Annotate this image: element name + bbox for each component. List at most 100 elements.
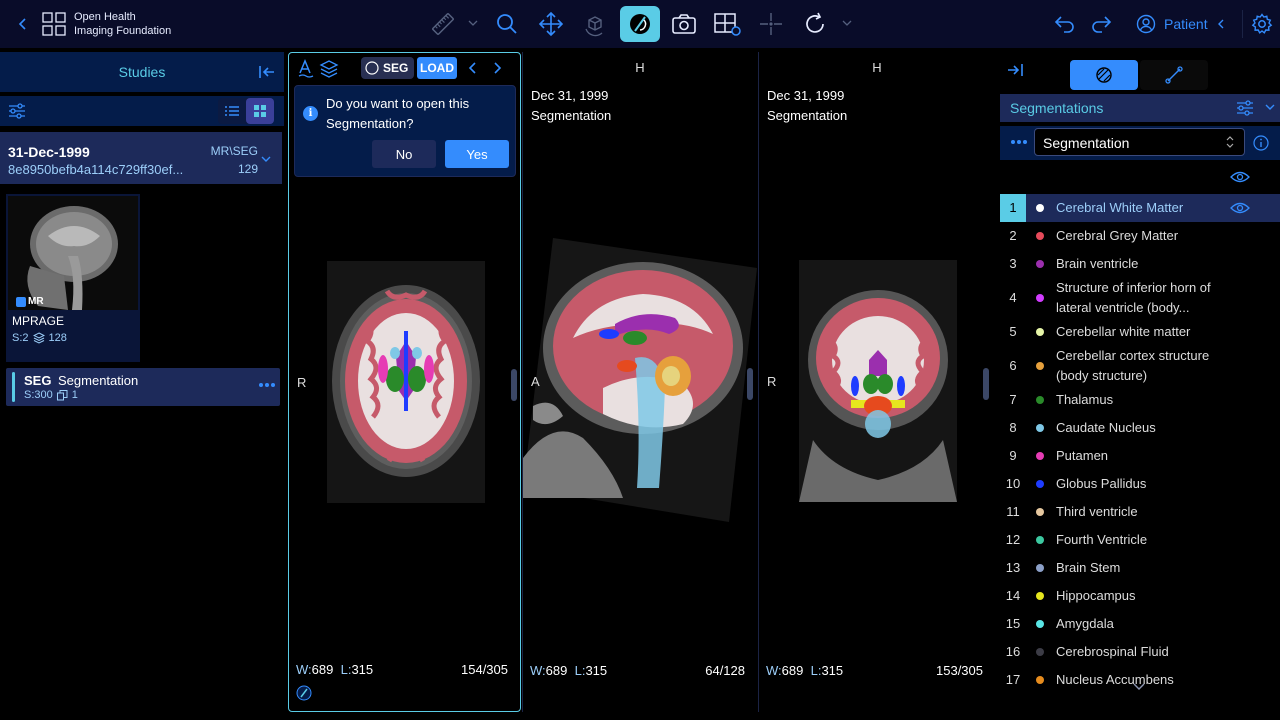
segment-color-swatch[interactable] [1036, 396, 1044, 404]
reset-tool-button[interactable] [798, 6, 832, 42]
segment-color-swatch[interactable] [1036, 232, 1044, 240]
segment-row[interactable]: 6 Cerebellar cortex structure (body struc… [1000, 346, 1280, 386]
chevron-down-icon[interactable] [1264, 102, 1276, 112]
segmentations-header[interactable]: Segmentations [1000, 94, 1280, 122]
segment-row[interactable]: 2 Cerebral Grey Matter [1000, 222, 1280, 250]
segment-row[interactable]: 7 Thalamus [1000, 386, 1280, 414]
collapse-panel-icon[interactable] [1006, 62, 1024, 78]
chevron-left-icon[interactable] [467, 61, 479, 75]
segment-row[interactable]: 15 Amygdala [1000, 610, 1280, 638]
ruler-tool-button[interactable] [426, 6, 460, 42]
segment-row[interactable]: 3 Brain ventricle [1000, 250, 1280, 278]
segment-label: Thalamus [1056, 392, 1114, 407]
segment-row[interactable]: 13 Brain Stem [1000, 554, 1280, 582]
segment-row[interactable]: 12 Fourth Ventricle [1000, 526, 1280, 554]
divider [1242, 10, 1243, 38]
eye-icon[interactable] [1230, 170, 1250, 184]
chevron-down-icon[interactable] [468, 17, 478, 29]
segment-row[interactable]: 4 Structure of inferior horn of lateral v… [1000, 278, 1280, 318]
segment-label: Hippocampus [1056, 588, 1136, 603]
gear-icon[interactable] [1251, 13, 1273, 35]
eye-icon[interactable] [1230, 201, 1250, 215]
chevron-down-icon[interactable] [260, 154, 272, 164]
settings-sliders-icon[interactable] [8, 102, 26, 120]
chevron-down-icon[interactable] [842, 17, 852, 29]
viewport-scrollbar[interactable] [511, 369, 517, 401]
viewport-scrollbar[interactable] [747, 368, 753, 400]
layers-icon[interactable] [319, 59, 339, 79]
orientation-marker-top: H [635, 60, 645, 75]
segment-color-swatch[interactable] [1036, 620, 1044, 628]
capture-tool-button[interactable] [666, 6, 702, 42]
segment-number: 2 [1009, 228, 1017, 243]
segment-row[interactable]: 5 Cerebellar white matter [1000, 318, 1280, 346]
segment-row[interactable]: 16 Cerebrospinal Fluid [1000, 638, 1280, 666]
viewport-sagittal[interactable]: H Dec 31, 1999 Segmentation A W:689 L:31… [523, 52, 757, 712]
layout-tool-button[interactable] [710, 6, 744, 42]
info-icon[interactable] [1253, 135, 1269, 151]
segment-color-swatch[interactable] [1036, 536, 1044, 544]
list-view-button[interactable] [218, 98, 246, 124]
segment-color-swatch[interactable] [1036, 294, 1044, 302]
study-date-overlay: Dec 31, 1999 [531, 88, 609, 103]
segment-row[interactable]: 9 Putamen [1000, 442, 1280, 470]
segment-label: Cerebellar cortex structure (body struct… [1056, 348, 1210, 383]
viewport-axial[interactable]: SEG LOAD i Do you want to open this Segm… [288, 52, 521, 712]
no-button[interactable]: No [372, 140, 436, 168]
crosshair-tool-button[interactable] [754, 6, 788, 42]
user-icon [1136, 14, 1156, 34]
segmentation-label-icon[interactable] [297, 59, 315, 79]
viewport-scrollbar[interactable] [983, 368, 989, 400]
undo-icon[interactable] [1054, 14, 1076, 34]
segment-color-swatch[interactable] [1036, 592, 1044, 600]
segment-color-swatch[interactable] [1036, 676, 1044, 684]
redo-icon[interactable] [1090, 14, 1112, 34]
tab-measurements[interactable] [1140, 60, 1208, 90]
load-button[interactable]: LOAD [417, 57, 457, 79]
yes-button[interactable]: Yes [445, 140, 509, 168]
grid-view-button[interactable] [246, 98, 274, 124]
series-thumbnail-mprage[interactable]: MR MPRAGE S:2 128 [6, 194, 140, 362]
segmentation-select[interactable]: Segmentation [1034, 128, 1245, 156]
more-options-icon[interactable] [258, 382, 276, 388]
zoom-tool-button[interactable] [490, 6, 524, 42]
segmentation-icon[interactable] [296, 685, 312, 701]
segment-number: 10 [1005, 476, 1021, 491]
collapse-panel-icon[interactable] [258, 64, 276, 80]
segment-label: Brain ventricle [1056, 256, 1139, 271]
series-name-overlay: Segmentation [767, 108, 848, 123]
segment-color-swatch[interactable] [1036, 260, 1044, 268]
chevron-right-icon[interactable] [491, 61, 503, 75]
chevron-down-icon[interactable] [1132, 682, 1146, 692]
segment-color-swatch[interactable] [1036, 328, 1044, 336]
patient-info-button[interactable]: Patient [1136, 12, 1226, 36]
seg-status-chip[interactable]: SEG [361, 57, 415, 79]
settings-sliders-icon[interactable] [1236, 99, 1254, 117]
segment-color-swatch[interactable] [1036, 564, 1044, 572]
pan-icon [538, 11, 564, 37]
seg-series-item[interactable]: SEG Segmentation S:300 1 [6, 368, 280, 406]
segment-color-swatch[interactable] [1036, 452, 1044, 460]
segment-row[interactable]: 11 Third ventricle [1000, 498, 1280, 526]
segment-color-swatch[interactable] [1036, 508, 1044, 516]
segment-color-swatch[interactable] [1036, 648, 1044, 656]
study-instance-count: 129 [237, 162, 258, 176]
segmentation-tool-button[interactable] [620, 6, 660, 42]
pan-tool-button[interactable] [534, 6, 568, 42]
more-options-icon[interactable] [1010, 139, 1028, 145]
segment-row[interactable]: 8 Caudate Nucleus [1000, 414, 1280, 442]
segment-row[interactable]: 1 Cerebral White Matter [1000, 194, 1280, 222]
back-icon[interactable] [14, 14, 32, 34]
segment-color-swatch[interactable] [1036, 362, 1044, 370]
segment-row[interactable]: 14 Hippocampus [1000, 582, 1280, 610]
segment-color-swatch[interactable] [1036, 480, 1044, 488]
study-item[interactable]: 31-Dec-1999 8e8950befb4a114c729ff30ef...… [0, 132, 282, 184]
window-level-overlay: W:689 L:315 [530, 663, 608, 678]
segment-color-swatch[interactable] [1036, 204, 1044, 212]
3d-rotate-tool-button[interactable] [578, 6, 612, 42]
segment-color-swatch[interactable] [1036, 424, 1044, 432]
segment-row[interactable]: 10 Globus Pallidus [1000, 470, 1280, 498]
tab-segmentation[interactable] [1070, 60, 1138, 90]
viewport-coronal[interactable]: H Dec 31, 1999 Segmentation R W:689 L:31… [759, 52, 995, 712]
segment-label: Cerebral Grey Matter [1056, 228, 1179, 243]
